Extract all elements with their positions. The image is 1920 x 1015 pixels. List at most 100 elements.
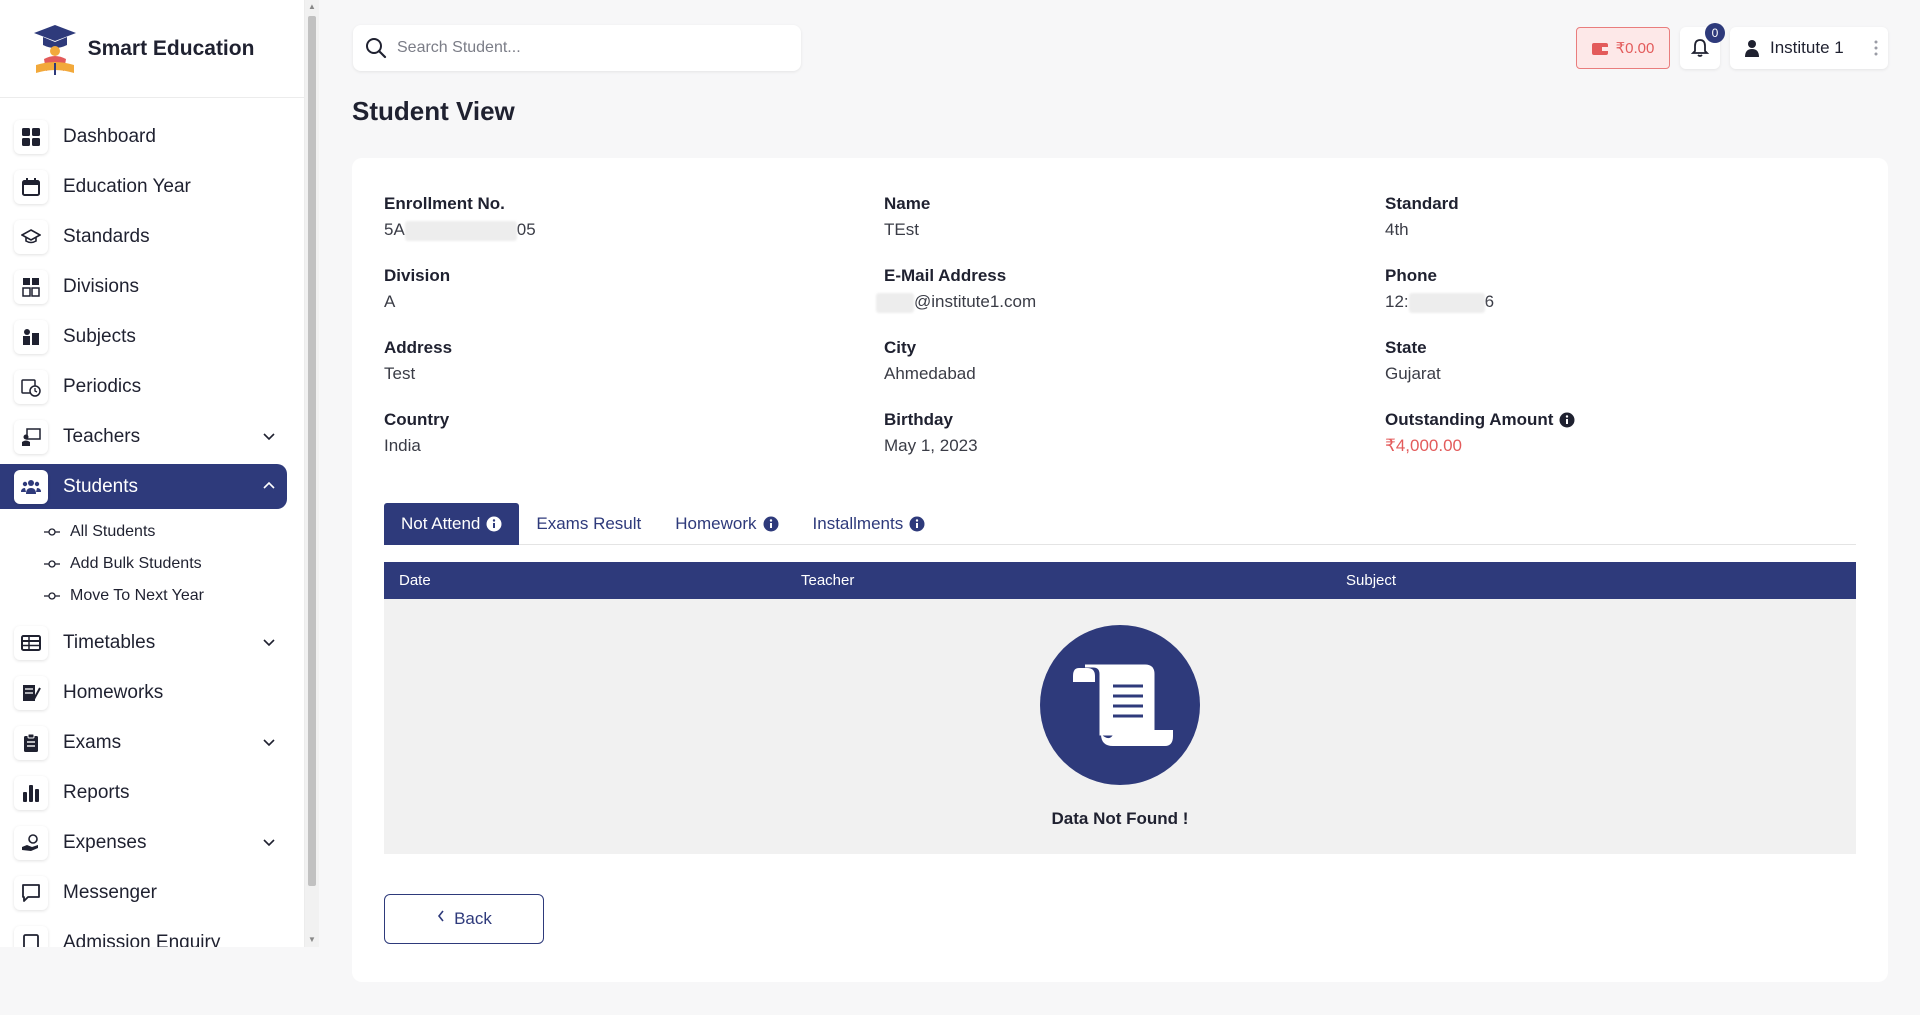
sidebar-item-subjects[interactable]: Subjects — [0, 314, 287, 359]
scroll-down-arrow-icon[interactable]: ▼ — [308, 936, 316, 944]
field-city: City Ahmedabad — [884, 338, 1364, 386]
field-label: Address — [384, 338, 453, 357]
field-value: TEst — [884, 220, 919, 239]
sidebar-item-label: Timetables — [63, 631, 156, 653]
table-icon — [14, 625, 48, 660]
tab-label: Exams Result — [536, 514, 642, 533]
field-label: Phone — [1385, 266, 1437, 285]
sidebar-item-reports[interactable]: Reports — [0, 770, 287, 815]
wallet-icon — [1591, 43, 1608, 55]
scroll-up-arrow-icon[interactable]: ▲ — [308, 3, 316, 11]
user-name: Institute 1 — [1770, 38, 1844, 57]
tab-exams-result[interactable]: Exams Result — [519, 503, 658, 545]
sidebar-scrollbar[interactable]: ▲ ▼ — [305, 0, 319, 947]
column-header-date[interactable]: Date — [399, 572, 431, 589]
tab-homework[interactable]: Homework — [658, 503, 795, 545]
field-label: Division — [384, 266, 451, 285]
sidebar-item-divisions[interactable]: Divisions — [0, 264, 287, 309]
sidebar-item-teachers[interactable]: Teachers — [0, 414, 287, 459]
brand[interactable]: Smart Education — [0, 0, 304, 98]
scroll-document-icon — [1073, 664, 1173, 746]
column-header-subject[interactable]: Subject — [1346, 572, 1396, 589]
info-icon[interactable] — [1559, 412, 1575, 428]
sidebar-item-label: Homeworks — [63, 681, 164, 703]
sidebar-item-periodics[interactable]: Periodics — [0, 364, 287, 409]
teacher-board-icon — [14, 419, 48, 454]
enquiry-icon — [14, 925, 48, 947]
tab-installments[interactable]: Installments — [796, 503, 943, 545]
submenu-label: Move To Next Year — [70, 587, 205, 604]
sidebar-item-expenses[interactable]: Expenses — [0, 820, 287, 865]
field-value: Ahmedabad — [884, 364, 976, 383]
field-address: Address Test — [384, 338, 864, 386]
sidebar-item-label: Teachers — [63, 425, 141, 447]
sidebar-item-label: Expenses — [63, 831, 147, 853]
field-label: Enrollment No. — [384, 194, 505, 213]
info-icon — [486, 516, 502, 532]
field-label: State — [1385, 338, 1427, 357]
chevron-down-icon[interactable] — [261, 734, 277, 750]
user-menu[interactable]: Institute 1 — [1730, 27, 1888, 69]
search-input[interactable] — [397, 39, 777, 57]
submenu-label: All Students — [70, 523, 156, 540]
tab-label: Not Attend — [401, 514, 481, 533]
bell-icon — [1690, 39, 1710, 57]
scroll-thumb[interactable] — [308, 16, 316, 886]
sidebar-item-label: Dashboard — [63, 125, 156, 147]
field-phone: Phone 12: 6 — [1385, 266, 1865, 314]
field-label: Name — [884, 194, 931, 213]
sidebar-item-messenger[interactable]: Messenger — [0, 870, 287, 915]
submenu-label: Add Bulk Students — [70, 555, 202, 572]
sidebar-item-label: Messenger — [63, 881, 157, 903]
field-division: Division A — [384, 266, 864, 314]
more-vertical-icon[interactable] — [1874, 39, 1878, 57]
tab-not-attend[interactable]: Not Attend — [384, 503, 520, 545]
user-icon — [1745, 40, 1759, 57]
sidebar-item-admission-enquiry[interactable]: Admission Enquiry — [0, 920, 287, 947]
back-button[interactable]: Back — [384, 894, 544, 944]
field-outstanding-amount: Outstanding Amount ₹4,000.00 — [1385, 410, 1865, 458]
field-value: @institute1.com — [876, 292, 1356, 314]
submenu-all-students[interactable]: All Students — [0, 516, 304, 548]
calendar-icon — [14, 169, 48, 204]
sidebar-item-timetables[interactable]: Timetables — [0, 620, 287, 665]
field-value: 5A 05 — [384, 220, 864, 242]
info-icon — [763, 516, 779, 532]
field-enrollment: Enrollment No. 5A 05 — [384, 194, 864, 242]
chevron-down-icon[interactable] — [261, 834, 277, 850]
chevron-left-icon — [438, 910, 444, 922]
search-bar[interactable] — [353, 25, 801, 71]
field-label: Birthday — [884, 410, 953, 429]
enrollment-suffix: 05 — [516, 220, 536, 239]
sidebar-item-dashboard[interactable]: Dashboard — [0, 114, 287, 159]
sidebar-item-students[interactable]: Students — [0, 464, 287, 509]
page-title: Student View — [352, 96, 515, 126]
books-icon — [14, 319, 48, 354]
field-email: E-Mail Address @institute1.com — [876, 266, 1356, 314]
sidebar-item-label: Exams — [63, 731, 122, 753]
field-value: ₹4,000.00 — [1385, 436, 1462, 455]
sidebar-item-education-year[interactable]: Education Year — [0, 164, 287, 209]
wallet-button[interactable]: ₹0.00 — [1576, 27, 1670, 69]
field-value: 4th — [1385, 220, 1409, 239]
redacted-block — [1408, 292, 1485, 313]
sidebar-item-homeworks[interactable]: Homeworks — [0, 670, 287, 715]
chevron-down-icon[interactable] — [261, 634, 277, 650]
graduation-logo-icon — [33, 24, 76, 75]
clipboard-icon — [14, 725, 48, 760]
chevron-down-icon[interactable] — [261, 428, 277, 444]
field-name: Name TEst — [884, 194, 1364, 242]
submenu-move-to-next-year[interactable]: Move To Next Year — [0, 580, 304, 612]
email-suffix: @institute1.com — [914, 292, 1037, 311]
hand-money-icon — [14, 825, 48, 860]
enrollment-prefix: 5A — [384, 220, 405, 239]
chevron-up-icon[interactable] — [261, 478, 277, 494]
phone-prefix: 12: — [1385, 292, 1409, 311]
calendar-clock-icon — [14, 369, 48, 404]
sidebar-item-standards[interactable]: Standards — [0, 214, 287, 259]
submenu-add-bulk-students[interactable]: Add Bulk Students — [0, 548, 304, 580]
column-header-teacher[interactable]: Teacher — [801, 572, 854, 589]
sidebar-item-label: Periodics — [63, 375, 142, 397]
notification-badge: 0 — [1705, 23, 1725, 43]
sidebar-item-exams[interactable]: Exams — [0, 720, 287, 765]
